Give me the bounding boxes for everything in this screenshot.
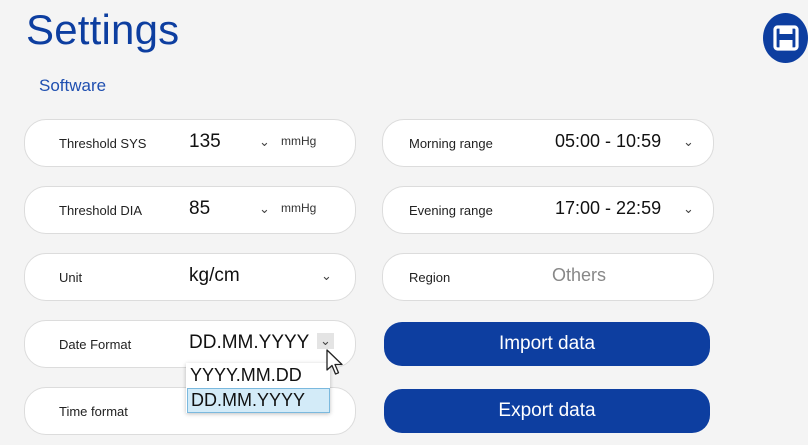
evening-range-label: Evening range <box>409 203 493 218</box>
time-format-label: Time format <box>59 404 128 419</box>
region-value: Others <box>552 265 607 285</box>
chevron-down-icon[interactable]: ⌄ <box>259 201 270 217</box>
region-label: Region <box>409 270 451 285</box>
section-title-software: Software <box>39 76 107 95</box>
morning-range-field[interactable]: Morning range 05:00 - 10:59 ⌄ <box>382 119 714 167</box>
date-format-dropdown[interactable]: YYYY.MM.DD DD.MM.YYYY <box>186 363 330 413</box>
morning-range-value: 05:00 - 10:59 <box>555 131 662 151</box>
evening-range-field[interactable]: Evening range 17:00 - 22:59 ⌄ <box>382 186 714 234</box>
save-button[interactable] <box>763 13 808 63</box>
export-data-button[interactable]: Export data <box>384 389 710 433</box>
dropdown-option-dd-mm-yyyy[interactable]: DD.MM.YYYY <box>187 388 330 413</box>
unit-value: kg/cm <box>189 265 240 286</box>
import-data-button[interactable]: Import data <box>384 322 710 366</box>
chevron-down-icon[interactable]: ⌄ <box>683 201 694 217</box>
date-format-label: Date Format <box>59 337 132 352</box>
threshold-dia-label: Threshold DIA <box>59 203 143 218</box>
chevron-down-icon[interactable]: ⌄ <box>317 333 334 349</box>
chevron-down-icon[interactable]: ⌄ <box>683 134 694 150</box>
dropdown-option-yyyy-mm-dd[interactable]: YYYY.MM.DD <box>190 364 302 387</box>
date-format-field[interactable]: Date Format DD.MM.YYYY ⌄ <box>24 320 356 368</box>
date-format-value: DD.MM.YYYY <box>189 332 310 353</box>
threshold-sys-unit: mmHg <box>281 134 317 148</box>
threshold-sys-value: 135 <box>189 131 221 152</box>
threshold-dia-field[interactable]: Threshold DIA 85 ⌄ mmHg <box>24 186 356 234</box>
chevron-down-icon[interactable]: ⌄ <box>321 268 332 284</box>
threshold-sys-field[interactable]: Threshold SYS 135 ⌄ mmHg <box>24 119 356 167</box>
mouse-pointer-icon <box>326 349 343 375</box>
unit-label: Unit <box>59 270 83 285</box>
threshold-dia-unit: mmHg <box>281 201 317 215</box>
unit-field[interactable]: Unit kg/cm ⌄ <box>24 253 356 301</box>
morning-range-label: Morning range <box>409 136 493 151</box>
chevron-down-icon[interactable]: ⌄ <box>259 134 270 150</box>
page-title: Settings <box>26 6 180 53</box>
threshold-sys-label: Threshold SYS <box>59 136 147 151</box>
evening-range-value: 17:00 - 22:59 <box>555 198 662 218</box>
threshold-dia-value: 85 <box>189 198 211 219</box>
region-field[interactable]: Region Others <box>382 253 714 301</box>
save-icon <box>773 25 799 51</box>
